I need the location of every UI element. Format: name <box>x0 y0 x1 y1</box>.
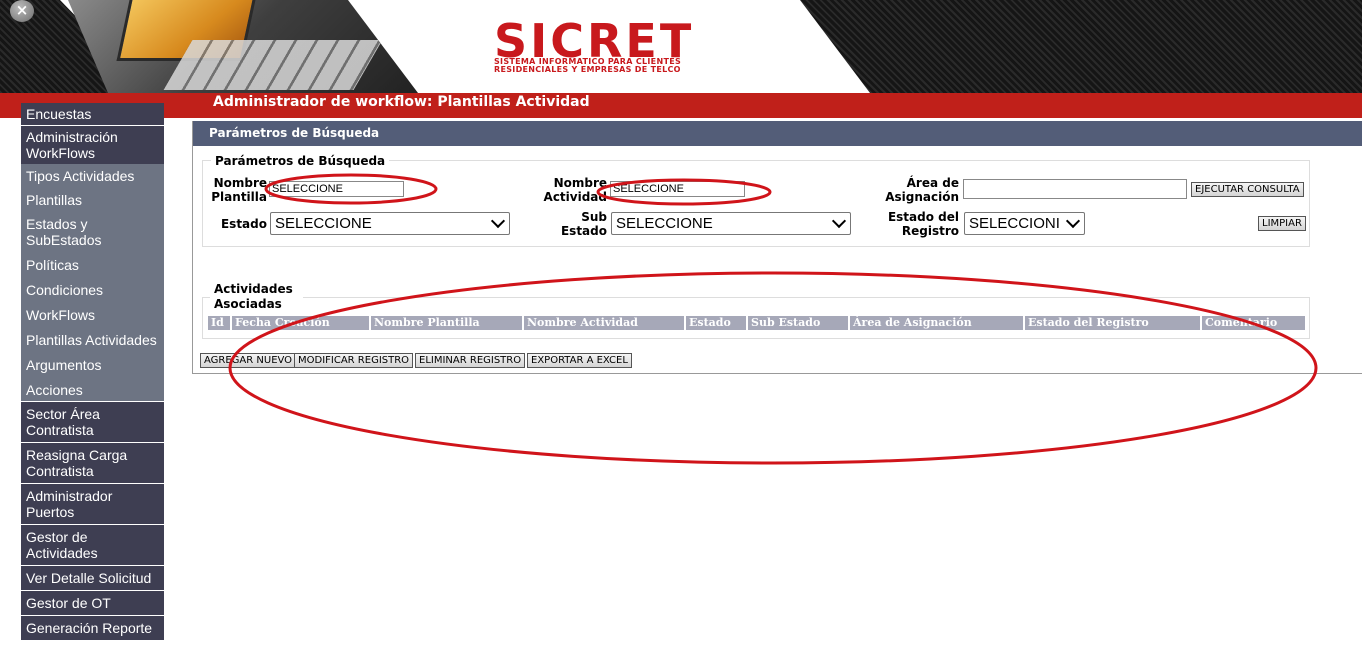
sidebar-item-plantillas[interactable]: Plantillas <box>21 187 164 211</box>
estado-registro-select[interactable]: SELECCIONI <box>964 212 1085 235</box>
estado-select-value: SELECCIONE <box>275 215 372 232</box>
header-banner: × SICRET SISTEMA INFORMATICO PARA CLIENT… <box>0 0 1362 93</box>
nombre-plantilla-input[interactable]: SELECCIONE <box>269 181 404 197</box>
sidebar-item-gestor-actividades[interactable]: Gestor de Actividades <box>21 525 164 566</box>
sidebar-item-administrador-puertos[interactable]: Administrador Puertos <box>21 484 164 525</box>
sidebar-item-encuestas[interactable]: Encuestas <box>21 103 164 126</box>
estado-registro-select-value: SELECCIONI <box>969 215 1060 232</box>
sidebar-item-reasigna-carga-contratista[interactable]: Reasigna Carga Contratista <box>21 443 164 484</box>
area-asignacion-input[interactable] <box>963 179 1187 199</box>
exportar-excel-button[interactable]: EXPORTAR A EXCEL <box>527 353 632 368</box>
estado-registro-label: Estado del Registro <box>887 210 959 238</box>
estado-select[interactable]: SELECCIONE <box>270 212 510 235</box>
sub-estado-label: Sub Estado <box>560 210 607 238</box>
column-header-area-asignacion: Área de Asignación <box>848 316 1023 330</box>
column-header-nombre-actividad: Nombre Actividad <box>522 316 684 330</box>
sidebar-item-gestor-ot[interactable]: Gestor de OT <box>21 591 164 616</box>
sidebar-item-plantillas-actividades[interactable]: Plantillas Actividades <box>21 326 164 351</box>
logo-subtitle-line2: RESIDENCIALES Y EMPRESAS DE TELCO <box>494 65 681 74</box>
chevron-down-icon <box>1065 213 1081 229</box>
nombre-actividad-label: Nombre Actividad <box>543 176 607 204</box>
sidebar-item-politicas[interactable]: Políticas <box>21 251 164 276</box>
results-legend: Actividades Asociadas <box>210 282 303 312</box>
column-header-sub-estado: Sub Estado <box>746 316 848 330</box>
sidebar-item-estados-subestados[interactable]: Estados y SubEstados <box>21 211 164 251</box>
search-section-header: Parámetros de Búsqueda <box>193 121 1362 146</box>
column-header-fecha-creacion: Fecha Creación <box>230 316 369 330</box>
agregar-nuevo-button[interactable]: AGREGAR NUEVO <box>200 353 297 368</box>
estado-label: Estado <box>220 217 267 231</box>
area-asignacion-label: Área de Asignación <box>885 176 959 204</box>
sidebar-item-acciones[interactable]: Acciones <box>21 376 164 402</box>
page-title: Administrador de workflow: Plantillas Ac… <box>213 94 590 110</box>
search-legend: Parámetros de Búsqueda <box>211 154 390 168</box>
sidebar-item-administracion-workflows[interactable]: Administración WorkFlows <box>21 126 164 164</box>
column-header-estado-registro: Estado del Registro <box>1023 316 1200 330</box>
laptop-keyboard <box>163 40 383 90</box>
main-content: Parámetros de Búsqueda Parámetros de Bús… <box>192 121 1362 374</box>
sidebar-item-condiciones[interactable]: Condiciones <box>21 276 164 301</box>
sidebar-item-sector-area-contratista[interactable]: Sector Área Contratista <box>21 402 164 443</box>
column-header-comentario: Comentario <box>1200 316 1305 330</box>
sidebar-item-tipos-actividades[interactable]: Tipos Actividades <box>21 164 164 187</box>
nombre-plantilla-label: Nombre Plantilla <box>211 176 267 204</box>
eliminar-registro-button[interactable]: ELIMINAR REGISTRO <box>415 353 526 368</box>
sidebar-item-workflows[interactable]: WorkFlows <box>21 301 164 326</box>
results-table-header: Id Fecha Creación Nombre Plantilla Nombr… <box>208 316 1305 330</box>
sidebar-item-ver-detalle-solicitud[interactable]: Ver Detalle Solicitud <box>21 566 164 591</box>
sub-estado-select[interactable]: SELECCIONE <box>611 212 851 235</box>
close-icon[interactable]: × <box>10 0 34 22</box>
logo-subtitle: SISTEMA INFORMATICO PARA CLIENTES RESIDE… <box>494 58 744 74</box>
modificar-registro-button[interactable]: MODIFICAR REGISTRO <box>294 353 414 368</box>
column-header-id: Id <box>211 316 224 329</box>
sidebar-item-generacion-reporte[interactable]: Generación Reporte <box>21 616 164 641</box>
limpiar-button[interactable]: LIMPIAR <box>1258 216 1306 231</box>
title-bar: Administrador de workflow: Plantillas Ac… <box>0 93 1362 118</box>
column-header-nombre-plantilla: Nombre Plantilla <box>369 316 522 330</box>
sidebar-item-argumentos[interactable]: Argumentos <box>21 351 164 376</box>
ejecutar-consulta-button[interactable]: EJECUTAR CONSULTA <box>1191 182 1304 197</box>
sub-estado-select-value: SELECCIONE <box>616 215 713 232</box>
chevron-down-icon <box>831 213 847 229</box>
column-header-estado: Estado <box>684 316 746 330</box>
sidebar: Encuestas Administración WorkFlows Tipos… <box>21 103 164 641</box>
nombre-actividad-input[interactable]: SELECCIONE <box>610 181 745 197</box>
chevron-down-icon <box>490 213 506 229</box>
